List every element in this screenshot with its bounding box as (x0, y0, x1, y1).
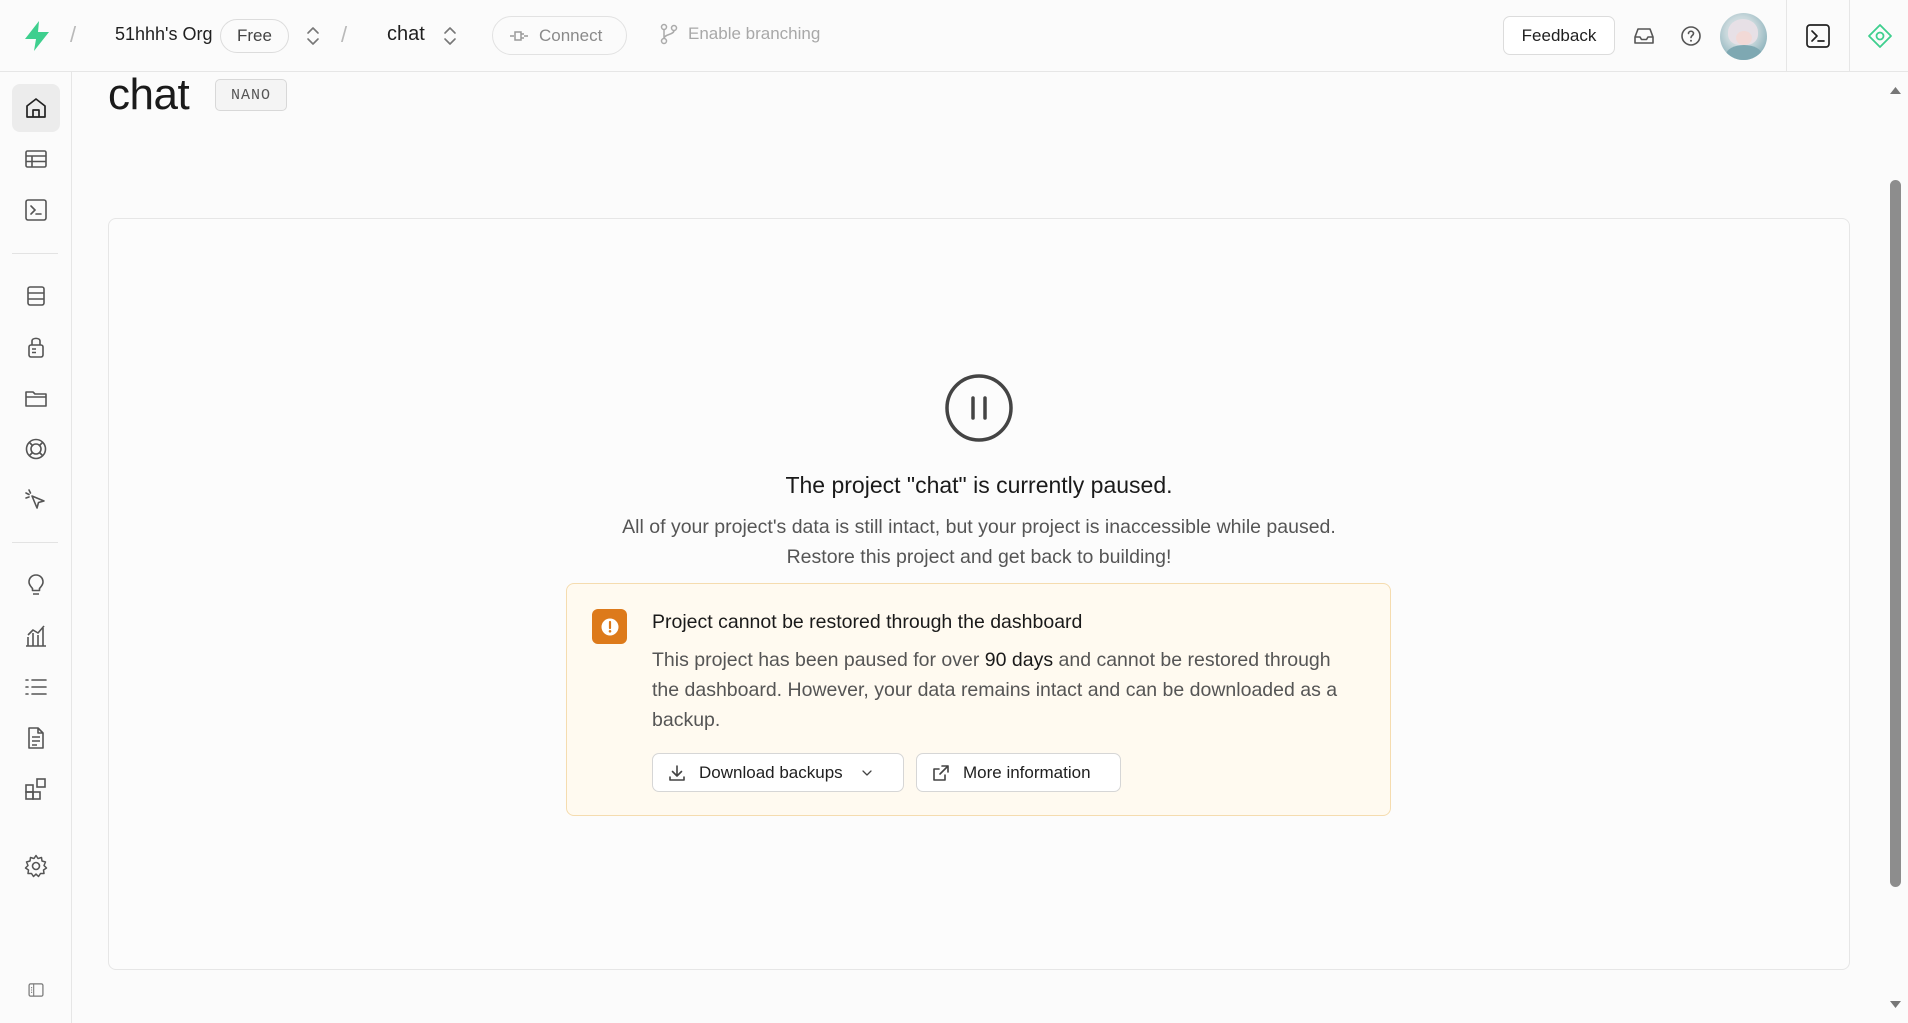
connect-button[interactable]: Connect (492, 16, 627, 55)
sidebar-item-edge-functions[interactable] (12, 425, 60, 473)
table-icon (25, 150, 47, 168)
sidebar-toggle-icon (28, 983, 44, 997)
lightbulb-icon (28, 574, 44, 595)
topbar-divider (1849, 0, 1850, 72)
sidebar-item-table-editor[interactable] (12, 135, 60, 183)
user-avatar[interactable] (1720, 13, 1767, 60)
folder-icon (25, 391, 47, 407)
connect-label: Connect (539, 25, 603, 45)
sidebar-item-reports[interactable] (12, 612, 60, 660)
external-link-icon (933, 764, 949, 781)
org-name[interactable]: 51hhh's Org (115, 24, 213, 45)
sidebar-divider (12, 253, 58, 254)
branching-label: Enable branching (688, 24, 821, 43)
scrollbar-thumb[interactable] (1890, 180, 1901, 887)
sidebar-item-storage[interactable] (12, 374, 60, 422)
org-switcher-chevron-icon[interactable] (304, 24, 322, 48)
lock-icon (28, 337, 44, 358)
sql-terminal-icon (25, 199, 47, 221)
alert-title: Project cannot be restored through the d… (652, 611, 1083, 633)
chevron-down-icon (862, 769, 872, 776)
sidebar-collapse-toggle[interactable] (12, 966, 60, 1014)
terminal-icon[interactable] (1804, 22, 1832, 50)
bar-chart-icon (26, 625, 46, 647)
paused-description-line: All of your project's data is still inta… (622, 516, 1336, 538)
more-information-label: More information (963, 762, 1091, 782)
paused-title: The project "chat" is currently paused. (785, 472, 1173, 498)
warning-icon (592, 609, 627, 644)
globe-icon (25, 438, 47, 460)
download-backups-label: Download backups (699, 762, 843, 782)
sidebar-item-home[interactable] (12, 84, 60, 132)
download-backups-button[interactable]: Download backups (652, 753, 904, 792)
more-information-button[interactable]: More information (916, 753, 1121, 792)
help-icon[interactable] (1679, 24, 1703, 48)
paused-description: All of your project's data is still inta… (0, 512, 1908, 572)
sidebar-item-project-settings[interactable] (12, 842, 60, 890)
sidebar-item-integrations[interactable] (12, 765, 60, 813)
document-icon (28, 727, 44, 749)
top-bar: / 51hhh's Org Free / chat Connect Enable… (0, 0, 1908, 72)
blocks-icon (25, 778, 46, 800)
topbar-divider (1786, 0, 1787, 72)
project-name[interactable]: chat (387, 23, 425, 46)
gear-icon (24, 854, 48, 878)
list-icon (25, 679, 47, 695)
scroll-down-arrow-icon[interactable] (1889, 1000, 1902, 1010)
feedback-button[interactable]: Feedback (1503, 16, 1615, 55)
sidebar-item-authentication[interactable] (12, 323, 60, 371)
sidebar-item-database[interactable] (12, 272, 60, 320)
plan-badge[interactable]: Free (220, 19, 289, 53)
inbox-icon[interactable] (1632, 24, 1656, 48)
alert-body-duration: 90 days (984, 649, 1054, 671)
scroll-up-arrow-icon[interactable] (1889, 85, 1902, 95)
alert-body-text: This project has been paused for over (652, 649, 985, 671)
alert-body: This project has been paused for over 90… (652, 645, 1352, 735)
home-icon (26, 98, 46, 118)
sidebar-item-sql-editor[interactable] (12, 186, 60, 234)
breadcrumb-separator: / (70, 22, 77, 47)
git-branch-icon (660, 23, 678, 45)
restore-warning-alert: Project cannot be restored through the d… (566, 583, 1391, 816)
paused-description-line: Restore this project and get back to bui… (786, 546, 1172, 568)
download-icon (669, 764, 685, 781)
plug-icon (510, 30, 528, 41)
database-icon (27, 286, 45, 306)
breadcrumb-separator: / (341, 22, 348, 47)
sidebar-item-api-docs[interactable] (12, 714, 60, 762)
pause-circle-icon (945, 374, 1013, 442)
project-switcher-chevron-icon[interactable] (441, 24, 459, 48)
assistant-icon[interactable] (1866, 22, 1894, 50)
page-title: chat (108, 70, 190, 119)
compute-size-badge: NANO (215, 79, 288, 111)
supabase-logo-icon[interactable] (22, 20, 52, 52)
enable-branching-button[interactable]: Enable branching (660, 23, 820, 45)
sidebar-item-logs[interactable] (12, 663, 60, 711)
